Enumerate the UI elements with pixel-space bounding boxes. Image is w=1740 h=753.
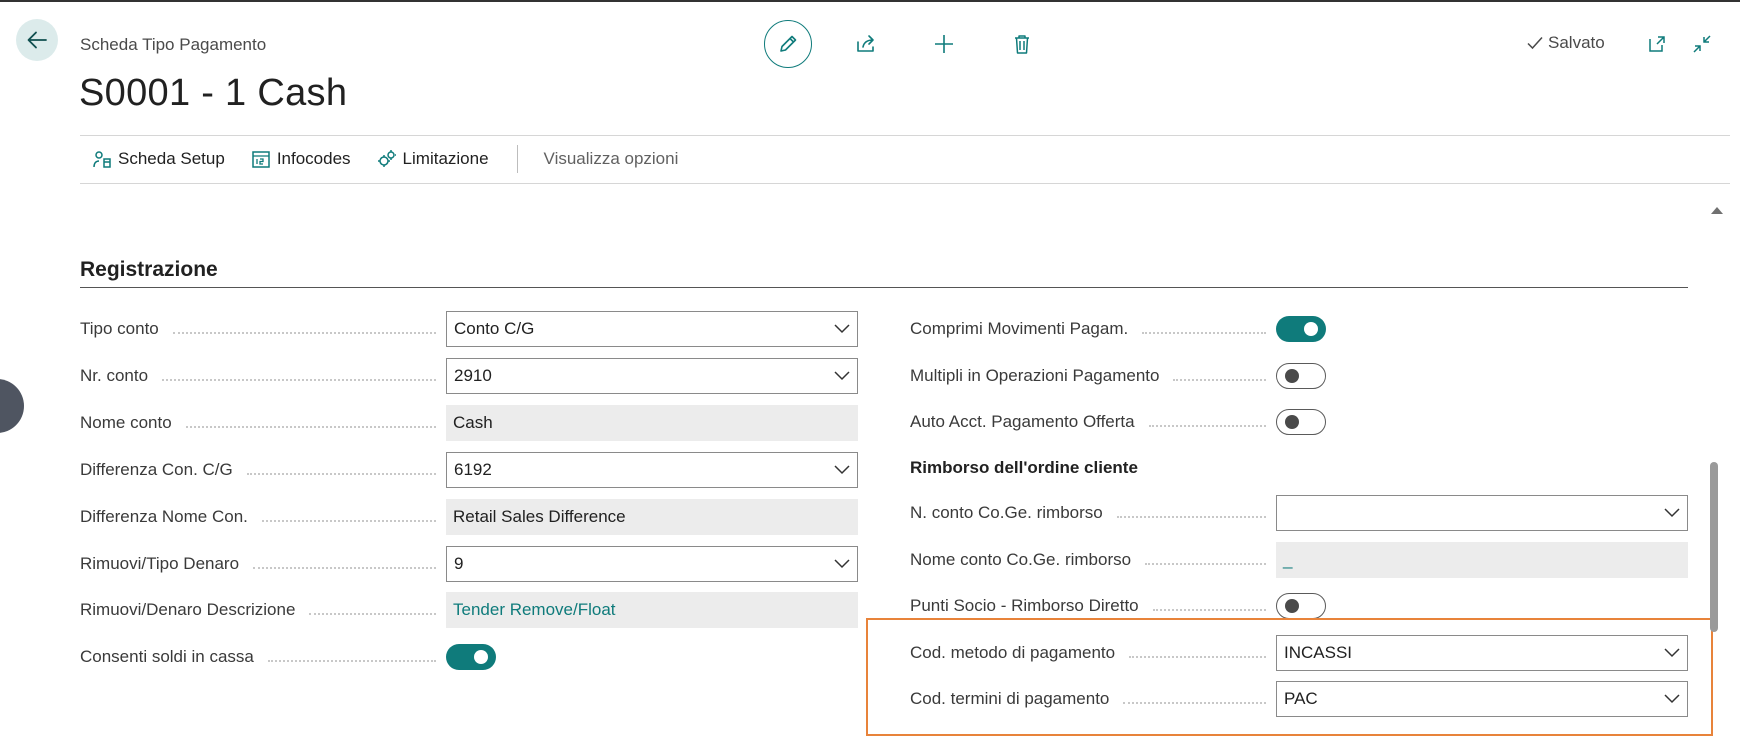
auto-acct-toggle[interactable] bbox=[1276, 409, 1326, 435]
field-rimuovi-tipo: Rimuovi/Tipo Denaro 9 bbox=[80, 546, 858, 582]
window-top-border bbox=[0, 0, 1740, 2]
field-label: Nr. conto bbox=[80, 366, 149, 385]
field-label: Comprimi Movimenti Pagam. bbox=[910, 319, 1129, 338]
actionbar-top-border bbox=[80, 135, 1730, 136]
differenza-con-value: 6192 bbox=[454, 460, 492, 479]
field-label: Nome conto Co.Ge. rimborso bbox=[910, 550, 1132, 569]
field-label: Rimuovi/Denaro Descrizione bbox=[80, 600, 296, 619]
page-actions bbox=[764, 20, 1046, 68]
rimuovi-descrizione-link[interactable]: Tender Remove/Float bbox=[446, 592, 858, 628]
field-label: Differenza Con. C/G bbox=[80, 460, 233, 479]
add-button[interactable] bbox=[920, 20, 968, 68]
actionbar-infocodes[interactable]: Infocodes bbox=[251, 149, 351, 169]
page-title: S0001 - 1 Cash bbox=[79, 72, 348, 114]
actionbar-scheda-setup[interactable]: Scheda Setup bbox=[92, 149, 225, 169]
refund-subheading: Rimborso dell'ordine cliente bbox=[910, 458, 1138, 477]
field-label: N. conto Co.Ge. rimborso bbox=[910, 503, 1103, 522]
field-nr-conto: Nr. conto 2910 bbox=[80, 358, 858, 394]
field-label: Multipli in Operazioni Pagamento bbox=[910, 366, 1160, 385]
open-new-window-icon bbox=[1649, 36, 1665, 52]
nr-conto-select[interactable]: 2910 bbox=[446, 358, 858, 394]
differenza-con-select[interactable]: 6192 bbox=[446, 452, 858, 488]
share-button[interactable] bbox=[842, 20, 890, 68]
nr-conto-value: 2910 bbox=[454, 366, 492, 385]
scroll-up-button[interactable] bbox=[1710, 202, 1724, 220]
chevron-down-icon bbox=[834, 371, 850, 381]
collapse-icon bbox=[1693, 35, 1711, 53]
open-new-window-button[interactable] bbox=[1645, 32, 1669, 56]
collapse-button[interactable] bbox=[1690, 32, 1714, 56]
chevron-down-icon bbox=[834, 465, 850, 475]
field-label: Punti Socio - Rimborso Diretto bbox=[910, 596, 1139, 615]
field-differenza-con: Differenza Con. C/G 6192 bbox=[80, 452, 858, 488]
actionbar-label: Scheda Setup bbox=[118, 149, 225, 168]
save-status: Salvato bbox=[1526, 33, 1605, 53]
field-label: Nome conto bbox=[80, 413, 172, 432]
side-panel-handle[interactable] bbox=[0, 379, 24, 433]
section-title: Registrazione bbox=[80, 258, 218, 281]
tipo-conto-select[interactable]: Conto C/G bbox=[446, 311, 858, 347]
limitation-icon bbox=[377, 150, 396, 167]
field-tipo-conto: Tipo conto Conto C/G bbox=[80, 311, 858, 347]
scrollbar-thumb[interactable] bbox=[1710, 462, 1718, 632]
back-button[interactable] bbox=[16, 19, 58, 61]
section-divider bbox=[80, 287, 1688, 288]
field-differenza-nome: Differenza Nome Con. Retail Sales Differ… bbox=[80, 499, 858, 535]
field-label: Consenti soldi in cassa bbox=[80, 647, 254, 666]
field-nome-conto-rimborso: Nome conto Co.Ge. rimborso _ bbox=[910, 542, 1688, 578]
setup-icon bbox=[93, 151, 111, 168]
rimuovi-tipo-select[interactable]: 9 bbox=[446, 546, 858, 582]
scroll-up-icon bbox=[1711, 207, 1723, 214]
field-label: Tipo conto bbox=[80, 319, 159, 338]
chevron-down-icon bbox=[834, 324, 850, 334]
edit-icon bbox=[780, 35, 797, 52]
tipo-conto-value: Conto C/G bbox=[454, 319, 535, 338]
chevron-down-icon bbox=[1664, 508, 1680, 518]
actionbar-label: Infocodes bbox=[276, 149, 351, 168]
field-conto-rimborso: N. conto Co.Ge. rimborso bbox=[910, 495, 1688, 531]
nome-conto-rimborso-link[interactable]: _ bbox=[1276, 542, 1688, 578]
consenti-soldi-toggle[interactable] bbox=[446, 644, 496, 670]
field-consenti-soldi: Consenti soldi in cassa bbox=[80, 639, 496, 675]
field-label: Auto Acct. Pagamento Offerta bbox=[910, 412, 1135, 431]
actionbar-limitazione[interactable]: Limitazione bbox=[377, 149, 489, 169]
check-icon bbox=[1527, 36, 1543, 50]
actionbar-divider bbox=[516, 145, 518, 173]
actionbar-bottom-border bbox=[80, 183, 1730, 184]
delete-button[interactable] bbox=[998, 20, 1046, 68]
field-comprimi-movimenti: Comprimi Movimenti Pagam. bbox=[910, 311, 1326, 347]
share-icon bbox=[857, 35, 874, 52]
add-icon bbox=[935, 35, 953, 53]
rimuovi-tipo-value: 9 bbox=[454, 554, 464, 573]
highlight-box bbox=[866, 618, 1713, 736]
differenza-nome-value: Retail Sales Difference bbox=[446, 499, 858, 535]
punti-socio-toggle[interactable] bbox=[1276, 593, 1326, 619]
field-label: Differenza Nome Con. bbox=[80, 507, 248, 526]
multipli-operazioni-toggle[interactable] bbox=[1276, 363, 1326, 389]
save-status-label: Salvato bbox=[1548, 33, 1605, 52]
field-label: Rimuovi/Tipo Denaro bbox=[80, 554, 240, 573]
conto-rimborso-select[interactable] bbox=[1276, 495, 1688, 531]
field-nome-conto: Nome conto Cash bbox=[80, 405, 858, 441]
comprimi-movimenti-toggle[interactable] bbox=[1276, 316, 1326, 342]
field-multipli-operazioni: Multipli in Operazioni Pagamento bbox=[910, 358, 1326, 394]
nome-conto-value: Cash bbox=[446, 405, 858, 441]
view-options-button[interactable]: Visualizza opzioni bbox=[544, 149, 679, 169]
field-auto-acct: Auto Acct. Pagamento Offerta bbox=[910, 404, 1326, 440]
edit-button[interactable] bbox=[764, 20, 812, 68]
breadcrumb: Scheda Tipo Pagamento bbox=[80, 35, 267, 54]
delete-icon bbox=[1015, 35, 1029, 54]
actionbar: Scheda Setup Infocodes Limitazione Visua… bbox=[92, 145, 678, 173]
infocodes-icon bbox=[252, 151, 270, 168]
arrow-left-icon bbox=[27, 31, 47, 49]
actionbar-label: Limitazione bbox=[402, 149, 489, 168]
chevron-down-icon bbox=[834, 559, 850, 569]
field-rimuovi-descrizione: Rimuovi/Denaro Descrizione Tender Remove… bbox=[80, 592, 858, 628]
